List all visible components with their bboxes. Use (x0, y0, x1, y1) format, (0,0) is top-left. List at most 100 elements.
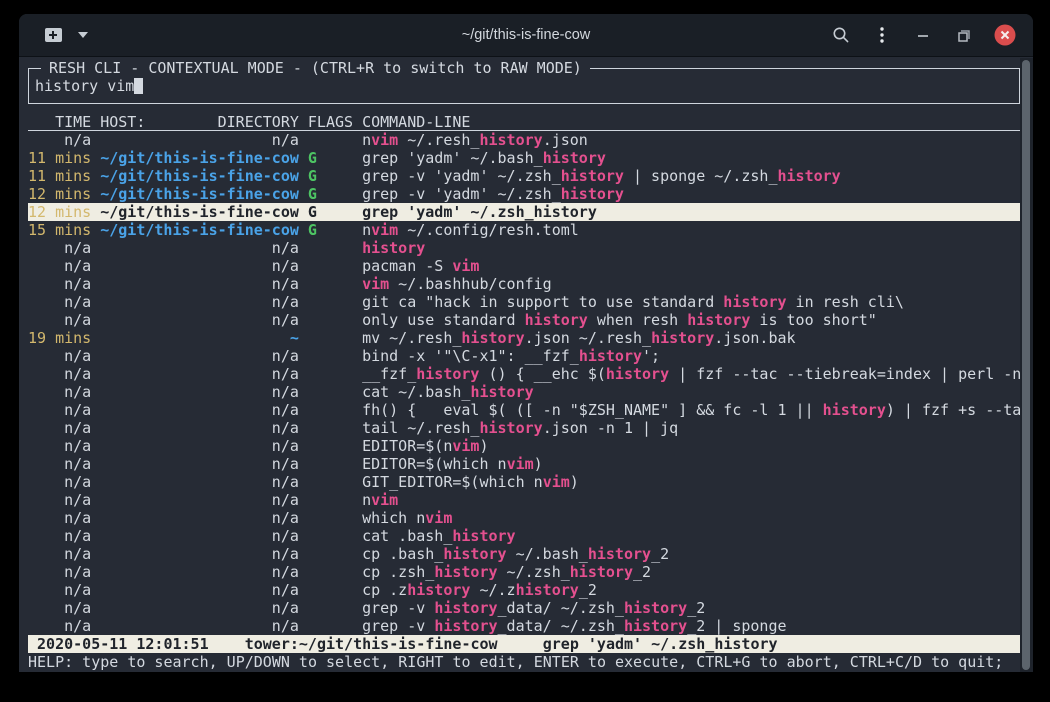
table-row[interactable]: n/a n/a only use standard history when r… (28, 311, 1020, 329)
table-row[interactable]: n/a n/a git ca "hack in support to use s… (28, 293, 1020, 311)
directory-cell: ~/git/this-is-fine-cow (100, 167, 299, 185)
time-cell: n/a (28, 437, 91, 455)
minimize-icon[interactable] (911, 23, 935, 47)
restore-icon[interactable] (952, 23, 976, 47)
time-cell: n/a (28, 473, 91, 491)
flags-cell (308, 419, 353, 437)
flags-cell (308, 311, 353, 329)
header-time: TIME (28, 113, 91, 130)
table-row[interactable]: n/a n/a nvim (28, 491, 1020, 509)
table-row[interactable]: n/a n/a grep -v history_data/ ~/.zsh_his… (28, 599, 1020, 617)
time-cell: n/a (28, 581, 91, 599)
time-cell: 19 mins (28, 329, 91, 347)
table-row[interactable]: n/a n/a tail ~/.resh_history.json -n 1 |… (28, 419, 1020, 437)
directory-cell: n/a (100, 347, 299, 365)
command-cell: cp .bash_history ~/.bash_history_2 (362, 545, 1020, 563)
table-row[interactable]: n/a n/a cp .zsh_history ~/.zsh_history_2 (28, 563, 1020, 581)
time-cell: n/a (28, 563, 91, 581)
table-row[interactable]: 11 mins ~/git/this-is-fine-cow Ggrep 'ya… (28, 149, 1020, 167)
table-row[interactable]: 12 mins ~/git/this-is-fine-cow Ggrep -v … (28, 185, 1020, 203)
kebab-menu-icon[interactable] (870, 23, 894, 47)
history-rows: n/a n/a nvim ~/.resh_history.json11 mins… (28, 131, 1020, 635)
command-cell: bind -x '"\C-x1": __fzf_history'; (362, 347, 1020, 365)
table-row[interactable]: n/a n/a GIT_EDITOR=$(which nvim) (28, 473, 1020, 491)
time-cell: n/a (28, 293, 91, 311)
command-cell: cat ~/.bash_history (362, 383, 1020, 401)
directory-cell: ~/git/this-is-fine-cow (100, 185, 299, 203)
table-row[interactable]: n/a n/a cp .zhistory ~/.zhistory_2 (28, 581, 1020, 599)
command-cell: __fzf_history () { __ehc $(history | fzf… (362, 365, 1020, 383)
command-cell: grep -v history_data/ ~/.zsh_history_2 (362, 599, 1020, 617)
time-cell: n/a (28, 131, 91, 149)
table-row[interactable]: 19 mins ~ mv ~/.resh_history.json ~/.res… (28, 329, 1020, 347)
flags-cell (308, 257, 353, 275)
flags-cell (308, 401, 353, 419)
new-tab-icon[interactable] (45, 28, 62, 42)
command-cell: tail ~/.resh_history.json -n 1 | jq (362, 419, 1020, 437)
time-cell: n/a (28, 455, 91, 473)
time-cell: n/a (28, 239, 91, 257)
status-command: grep 'yadm' ~/.zsh_history (543, 635, 778, 653)
command-cell: history (362, 239, 1020, 257)
resh-search-box: RESH CLI - CONTEXTUAL MODE - (CTRL+R to … (28, 68, 1020, 104)
command-cell: grep 'yadm' ~/.bash_history (362, 149, 1020, 167)
flags-cell (308, 581, 353, 599)
time-cell: n/a (28, 401, 91, 419)
table-row[interactable]: n/a n/a fh() { eval $( ([ -n "$ZSH_NAME"… (28, 401, 1020, 419)
table-row[interactable]: n/a n/a which nvim (28, 509, 1020, 527)
time-cell: 12 mins (28, 203, 91, 221)
time-cell: n/a (28, 527, 91, 545)
time-cell: n/a (28, 311, 91, 329)
close-icon[interactable] (993, 23, 1017, 47)
search-icon[interactable] (829, 23, 853, 47)
flags-cell (308, 473, 353, 491)
directory-cell: n/a (100, 581, 299, 599)
table-row[interactable]: 11 mins ~/git/this-is-fine-cow Ggrep -v … (28, 167, 1020, 185)
flags-cell (308, 131, 353, 149)
table-row[interactable]: n/a n/a nvim ~/.resh_history.json (28, 131, 1020, 149)
directory-cell: n/a (100, 563, 299, 581)
table-row[interactable]: n/a n/a EDITOR=$(which nvim) (28, 455, 1020, 473)
directory-cell: n/a (100, 311, 299, 329)
flags-cell (308, 545, 353, 563)
header-command: COMMAND-LINE (362, 113, 1020, 130)
scrollbar-thumb[interactable] (1022, 60, 1030, 670)
table-row[interactable]: n/a n/a pacman -S vim (28, 257, 1020, 275)
dropdown-caret-icon[interactable] (78, 32, 88, 38)
table-row[interactable]: n/a n/a history (28, 239, 1020, 257)
table-row[interactable]: 12 mins ~/git/this-is-fine-cow Ggrep 'ya… (28, 203, 1020, 221)
table-header: TIME HOST:DIRECTORY FLAGS COMMAND-LINE (28, 113, 1020, 131)
scrollbar[interactable] (1020, 58, 1033, 672)
table-row[interactable]: 15 mins ~/git/this-is-fine-cow Gnvim ~/.… (28, 221, 1020, 239)
command-cell: grep -v history_data/ ~/.zsh_history_2 |… (362, 617, 1020, 635)
command-cell: grep 'yadm' ~/.zsh_history (362, 203, 1020, 221)
command-cell: EDITOR=$(nvim) (362, 437, 1020, 455)
directory-cell: n/a (100, 239, 299, 257)
directory-cell: n/a (100, 275, 299, 293)
directory-cell: n/a (100, 401, 299, 419)
time-cell: 15 mins (28, 221, 91, 239)
flags-cell (308, 383, 353, 401)
table-row[interactable]: n/a n/a cat .bash_history (28, 527, 1020, 545)
command-cell: GIT_EDITOR=$(which nvim) (362, 473, 1020, 491)
directory-cell: n/a (100, 599, 299, 617)
directory-cell: n/a (100, 509, 299, 527)
time-cell: n/a (28, 419, 91, 437)
table-row[interactable]: n/a n/a __fzf_history () { __ehc $(histo… (28, 365, 1020, 383)
flags-cell: G (308, 221, 353, 239)
flags-cell (308, 239, 353, 257)
table-row[interactable]: n/a n/a bind -x '"\C-x1": __fzf_history'… (28, 347, 1020, 365)
status-host-directory: tower:~/git/this-is-fine-cow (245, 635, 498, 653)
directory-cell: n/a (100, 131, 299, 149)
flags-cell (308, 491, 353, 509)
directory-cell: n/a (100, 419, 299, 437)
table-row[interactable]: n/a n/a EDITOR=$(nvim) (28, 437, 1020, 455)
table-row[interactable]: n/a n/a cp .bash_history ~/.bash_history… (28, 545, 1020, 563)
terminal-content: RESH CLI - CONTEXTUAL MODE - (CTRL+R to … (19, 68, 1033, 672)
table-row[interactable]: n/a n/a cat ~/.bash_history (28, 383, 1020, 401)
table-row[interactable]: n/a n/a vim ~/.bashhub/config (28, 275, 1020, 293)
search-query: history vim (35, 77, 134, 95)
directory-cell: n/a (100, 527, 299, 545)
table-row[interactable]: n/a n/a grep -v history_data/ ~/.zsh_his… (28, 617, 1020, 635)
directory-cell: n/a (100, 455, 299, 473)
